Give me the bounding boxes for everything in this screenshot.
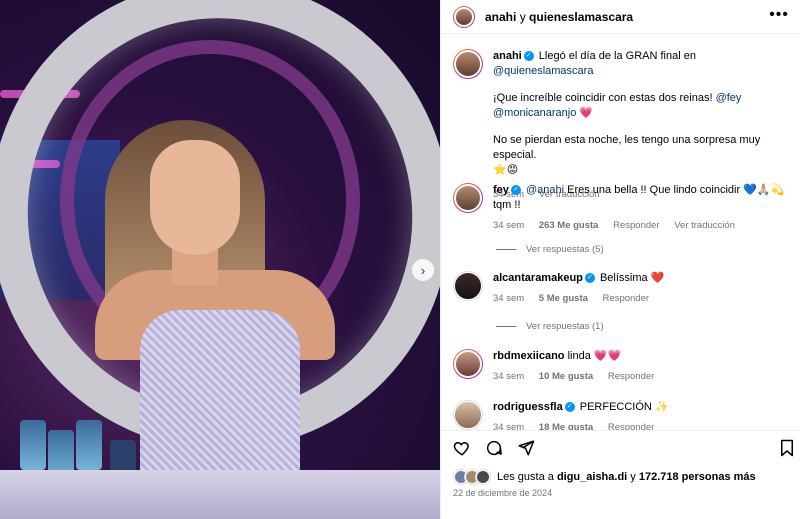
- desk-cup: [20, 420, 46, 470]
- person-face: [150, 140, 240, 255]
- heart-icon[interactable]: [453, 439, 471, 457]
- post-authors: anahi y quieneslamascara: [485, 9, 634, 24]
- mention-link[interactable]: @anahi: [526, 184, 564, 196]
- view-replies-button[interactable]: Ver respuestas (5): [496, 244, 604, 255]
- verified-icon: ✓: [584, 273, 595, 284]
- liked-by: Les gusta a digu_aisha.di y 172.718 pers…: [453, 469, 756, 485]
- likes-count-link[interactable]: 172.718 personas más: [639, 471, 756, 483]
- avatar: [475, 469, 491, 485]
- comment: fey ✓ @anahi Eres una bella !! Que lindo …: [453, 183, 793, 233]
- mention-link[interactable]: @quieneslamascara: [493, 65, 593, 77]
- avatar[interactable]: [453, 183, 483, 213]
- likes-count[interactable]: 18 Me gusta: [539, 422, 593, 430]
- verified-icon: ✓: [523, 51, 534, 62]
- avatar[interactable]: [453, 271, 483, 301]
- avatar[interactable]: [453, 5, 475, 28]
- author-username[interactable]: anahi: [485, 10, 516, 24]
- comment-username[interactable]: rodriguessfla: [493, 401, 563, 413]
- comment-icon[interactable]: [485, 439, 503, 457]
- post-actions: Les gusta a digu_aisha.di y 172.718 pers…: [441, 430, 800, 519]
- reply-button[interactable]: Responder: [613, 220, 659, 231]
- comment-username[interactable]: fey: [493, 184, 509, 196]
- mention-link[interactable]: @monicanaranjo: [493, 107, 576, 119]
- likes-count[interactable]: 10 Me gusta: [539, 371, 593, 382]
- verified-icon: ✓: [564, 402, 575, 413]
- bookmark-icon[interactable]: [779, 439, 795, 457]
- reply-button[interactable]: Responder: [603, 293, 649, 304]
- coauthor-username[interactable]: quieneslamascara: [529, 10, 633, 24]
- comment-username[interactable]: alcantaramakeup: [493, 272, 583, 284]
- avatar[interactable]: [453, 400, 483, 430]
- comment: alcantaramakeup ✓ Belíssima ❤️ 34 sem 5 M…: [453, 271, 793, 306]
- verified-icon: ✓: [510, 185, 521, 196]
- caption-username[interactable]: anahi: [493, 50, 522, 62]
- share-icon[interactable]: [517, 439, 535, 457]
- comments-list[interactable]: anahi ✓ Llegó el día de la GRAN final en …: [441, 35, 800, 430]
- view-replies-button[interactable]: Ver respuestas (1): [496, 321, 604, 332]
- desk-cup: [76, 420, 102, 470]
- reply-button[interactable]: Responder: [608, 422, 654, 430]
- more-horizontal-icon[interactable]: •••: [769, 6, 789, 24]
- comment: rbdmexiicano linda 💗💗 34 sem 10 Me gusta…: [453, 349, 793, 384]
- post-header: anahi y quieneslamascara •••: [441, 0, 800, 34]
- judges-desk: [0, 470, 440, 519]
- post-details-panel: anahi y quieneslamascara ••• anahi ✓ Lleg…: [440, 0, 800, 519]
- mention-link[interactable]: @fey: [716, 92, 742, 104]
- reply-button[interactable]: Responder: [608, 371, 654, 382]
- post-date: 22 de diciembre de 2024: [453, 488, 553, 498]
- likes-count[interactable]: 5 Me gusta: [539, 293, 588, 304]
- avatar[interactable]: [453, 349, 483, 379]
- likes-count[interactable]: 263 Me gusta: [539, 220, 599, 231]
- caption: anahi ✓ Llegó el día de la GRAN final en …: [453, 49, 793, 202]
- comment: rodriguessfla ✓ PERFECCIÓN ✨ 34 sem 18 Me…: [453, 400, 793, 430]
- person-dress: [140, 310, 300, 490]
- liked-by-user[interactable]: digu_aisha.di: [557, 471, 627, 483]
- translate-button[interactable]: Ver traducción: [674, 220, 735, 231]
- post-photo[interactable]: ›: [0, 0, 440, 519]
- next-image-button[interactable]: ›: [412, 259, 434, 281]
- comment-username[interactable]: rbdmexiicano: [493, 350, 565, 362]
- avatar[interactable]: [453, 49, 483, 79]
- chevron-right-icon: ›: [420, 262, 426, 278]
